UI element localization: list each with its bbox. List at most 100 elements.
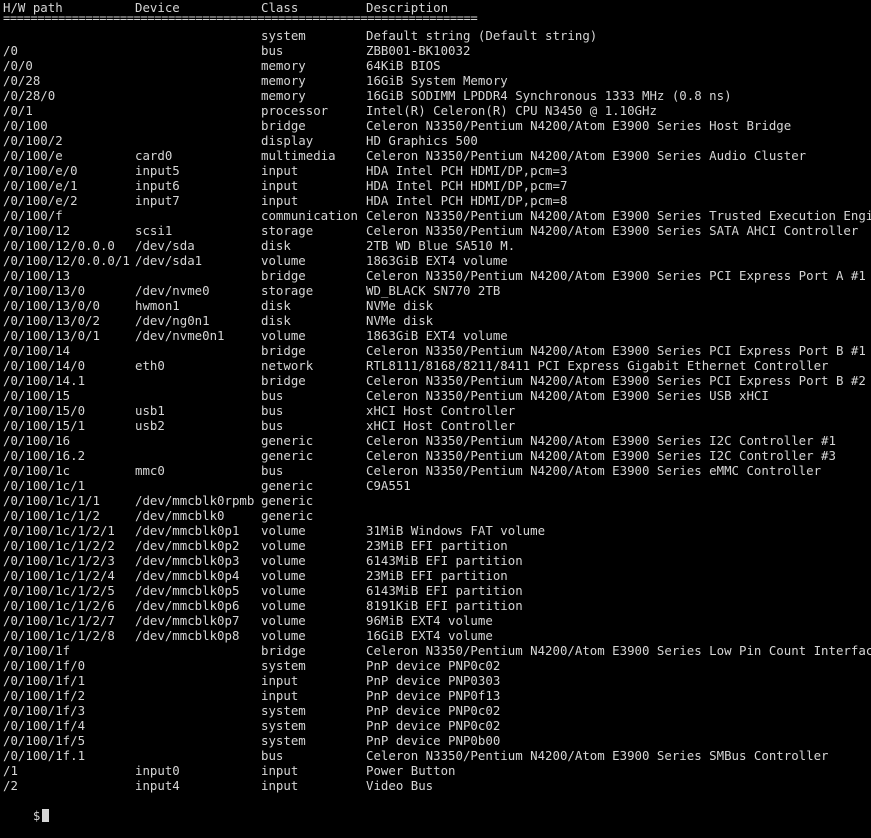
description-cell: C9A551 [366,478,411,493]
description-cell: Celeron N3350/Pentium N4200/Atom E3900 S… [366,448,836,463]
hw-path-cell: /0/100/1c/1/1 [3,493,100,508]
class-cell: generic [261,508,314,523]
shell-prompt-line[interactable]: $ [3,793,871,823]
table-row: /0/100/1c/1/2/5/dev/mmcblk0p5 volume 6143M… [3,583,871,598]
description-cell: PnP device PNP0f13 [366,688,501,703]
header-class: Class [261,0,299,15]
description-cell: 6143MiB EFI partition [366,583,523,598]
hw-path-cell: /0/100/1c/1/2/5 [3,583,115,598]
table-row: /0/100/1f/3 system PnP device PNP0c02 [3,703,871,718]
description-cell: 16GiB System Memory [366,73,508,88]
hw-path-cell: /0/100/12 [3,223,71,238]
description-cell: xHCI Host Controller [366,403,516,418]
hw-path-cell: /0/100/12/0.0.0/1 [3,253,130,268]
header-device: Device [135,0,180,15]
class-cell: generic [261,433,314,448]
hw-path-cell: /0/100/1c/1 [3,478,86,493]
description-cell: NVMe disk [366,298,434,313]
table-row: /0/100/2 display HD Graphics 500 [3,133,871,148]
table-row: /0/100/1f bridge Celeron N3350/Pentium N42… [3,643,871,658]
class-cell: generic [261,478,314,493]
description-cell: Power Button [366,763,456,778]
table-row: /0/100/12/0.0.0/1/dev/sda1 volume 1863GiB … [3,253,871,268]
hw-path-cell: /0/100/13/0/2 [3,313,100,328]
description-cell: WD_BLACK SN770 2TB [366,283,501,298]
hw-path-cell: /0/100/1c/1/2 [3,508,100,523]
description-cell: PnP device PNP0c02 [366,658,501,673]
description-cell: Celeron N3350/Pentium N4200/Atom E3900 S… [366,463,822,478]
hw-path-cell: /0/28 [3,73,41,88]
device-cell: /dev/mmcblk0p5 [135,583,240,598]
device-cell: /dev/mmcblk0p4 [135,568,240,583]
class-cell: bridge [261,343,306,358]
terminal-window[interactable]: H/W path Device Class Description ======… [0,0,871,823]
device-cell: /dev/mmcblk0p6 [135,598,240,613]
class-cell: bridge [261,118,306,133]
hw-path-cell: /0/100/1c/1/2/4 [3,568,115,583]
hw-path-cell: /1 [3,763,18,778]
description-cell: Celeron N3350/Pentium N4200/Atom E3900 S… [366,388,769,403]
class-cell: input [261,778,299,793]
hw-path-cell: /0/100/1c/1/2/8 [3,628,115,643]
class-cell: bus [261,388,284,403]
class-cell: bus [261,403,284,418]
table-row: /1 input0 input Power Button [3,763,871,778]
description-cell: PnP device PNP0b00 [366,733,501,748]
table-row: /0/100/1c/1/2/8/dev/mmcblk0p8 volume 16GiB… [3,628,871,643]
hw-path-cell: /0/100/16 [3,433,71,448]
table-row: /0/0 memory 64KiB BIOS [3,58,871,73]
table-row: /0/100/14/0 eth0 network RTL8111/8168/8211/… [3,358,871,373]
class-cell: volume [261,598,306,613]
description-cell: PnP device PNP0c02 [366,703,501,718]
table-row: /0/100/13/0/dev/nvme0 storage WD_BLACK SN7… [3,283,871,298]
class-cell: volume [261,583,306,598]
hw-path-cell: /2 [3,778,18,793]
class-cell: bridge [261,268,306,283]
class-cell: disk [261,298,291,313]
device-cell: eth0 [135,358,165,373]
table-header: H/W path Device Class Description [3,0,871,15]
hw-path-cell: /0/100/15 [3,388,71,403]
description-cell: Celeron N3350/Pentium N4200/Atom E3900 S… [366,118,792,133]
hw-path-cell: /0/100/1f.1 [3,748,86,763]
class-cell: volume [261,568,306,583]
table-row: /0/100/13/0/2/dev/ng0n1 disk NVMe disk [3,313,871,328]
hw-path-cell: /0/100/13/0 [3,283,86,298]
description-cell: Celeron N3350/Pentium N4200/Atom E3900 S… [366,208,871,223]
hw-path-cell: /0/100/14.1 [3,373,86,388]
description-cell: ZBB001-BK10032 [366,43,471,58]
description-cell: Celeron N3350/Pentium N4200/Atom E3900 S… [366,223,859,238]
class-cell: bus [261,748,284,763]
table-row: /0/100/15/0 usb1 bus xHCI Host Controller [3,403,871,418]
hw-path-cell: /0/100/15/1 [3,418,86,433]
device-cell: input7 [135,193,180,208]
hw-path-cell: /0/1 [3,103,33,118]
class-cell: system [261,658,306,673]
table-row: /2 input4 input Video Bus [3,778,871,793]
device-cell: mmc0 [135,463,165,478]
hw-path-cell: /0/100/13 [3,268,71,283]
description-cell: NVMe disk [366,313,434,328]
table-row: /0/100/1f/4 system PnP device PNP0c02 [3,718,871,733]
hw-path-cell: /0/100/2 [3,133,63,148]
description-cell: HDA Intel PCH HDMI/DP,pcm=7 [366,178,568,193]
class-cell: system [261,733,306,748]
description-cell: 16GiB EXT4 volume [366,628,493,643]
description-cell: RTL8111/8168/8211/8411 PCI Express Gigab… [366,358,829,373]
device-cell: card0 [135,148,173,163]
table-row: /0/28/0 memory 16GiB SODIMM LPDDR4 Synchro… [3,88,871,103]
table-row: /0/100/1c/1/2/dev/mmcblk0 generic [3,508,871,523]
table-row: /0/100/1c/1/2/2/dev/mmcblk0p2 volume 23MiB… [3,538,871,553]
class-cell: input [261,178,299,193]
hw-path-cell: /0/100/1c/1/2/1 [3,523,115,538]
table-row: /0/100/1c/1/2/4/dev/mmcblk0p4 volume 23MiB… [3,568,871,583]
class-cell: system [261,28,306,43]
description-cell: 31MiB Windows FAT volume [366,523,546,538]
class-cell: network [261,358,314,373]
description-cell: PnP device PNP0c02 [366,718,501,733]
class-cell: display [261,133,314,148]
table-row: /0/100/1c/1/2/3/dev/mmcblk0p3 volume 6143M… [3,553,871,568]
description-cell: 1863GiB EXT4 volume [366,328,508,343]
table-row: system Default string (Default string) [3,28,871,43]
table-row: /0 bus ZBB001-BK10032 [3,43,871,58]
